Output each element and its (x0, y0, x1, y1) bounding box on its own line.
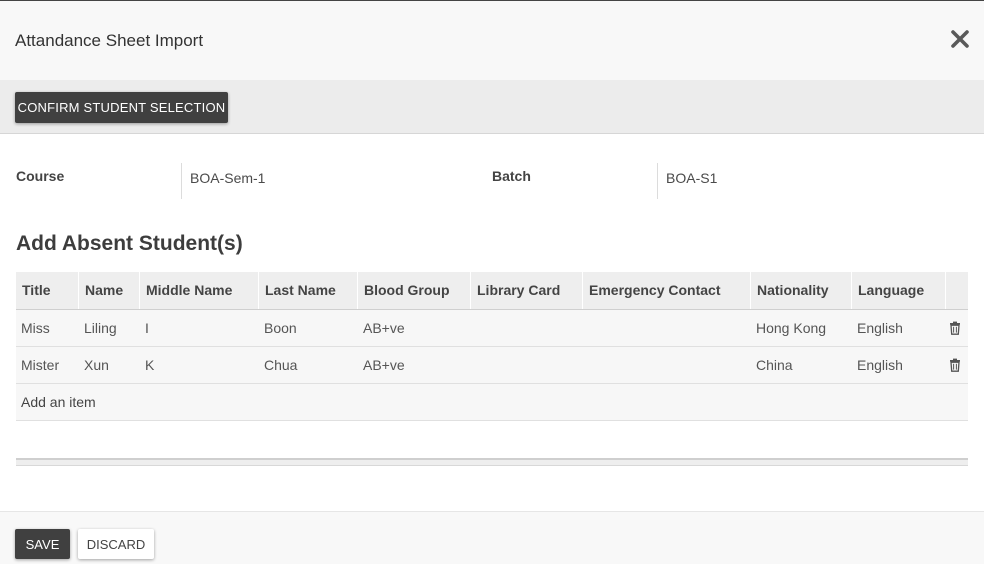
batch-label: Batch (492, 168, 531, 184)
absent-students-table: Title Name Middle Name Last Name Blood G… (16, 272, 968, 421)
course-value: BOA-Sem-1 (190, 170, 266, 186)
cell-emergency-contact[interactable] (583, 347, 588, 383)
batch-value: BOA-S1 (666, 170, 718, 186)
dialog-header: Attandance Sheet Import (0, 0, 984, 80)
cell-last-name[interactable]: Boon (259, 310, 297, 346)
batch-field[interactable]: BOA-S1 (657, 163, 958, 199)
trash-icon[interactable] (948, 358, 962, 372)
table-row[interactable]: Miss Liling I Boon AB+ve Hong Kong Engli… (16, 310, 968, 347)
column-header-blood-group[interactable]: Blood Group (358, 272, 471, 309)
column-header-library-card[interactable]: Library Card (471, 272, 583, 309)
column-header-title[interactable]: Title (16, 272, 79, 309)
cell-emergency-contact[interactable] (583, 310, 588, 346)
cell-nationality[interactable]: China (751, 347, 793, 383)
cell-library-card[interactable] (471, 310, 476, 346)
cell-title[interactable]: Mister (16, 347, 59, 383)
table-row[interactable]: Mister Xun K Chua AB+ve China English (16, 347, 968, 384)
cell-nationality[interactable]: Hong Kong (751, 310, 826, 346)
column-header-last-name[interactable]: Last Name (259, 272, 358, 309)
cell-name[interactable]: Liling (79, 310, 117, 346)
cell-language[interactable]: English (852, 347, 903, 383)
close-button[interactable] (946, 25, 974, 53)
cell-library-card[interactable] (471, 347, 476, 383)
column-header-nationality[interactable]: Nationality (751, 272, 852, 309)
confirm-student-selection-button[interactable]: CONFIRM STUDENT SELECTION (15, 92, 228, 123)
save-button[interactable]: SAVE (15, 529, 70, 559)
table-footer (16, 458, 968, 466)
add-item-row: Add an item (16, 384, 968, 421)
column-header-middle-name[interactable]: Middle Name (140, 272, 259, 309)
cell-name[interactable]: Xun (79, 347, 109, 383)
cell-language[interactable]: English (852, 310, 903, 346)
column-header-name[interactable]: Name (79, 272, 140, 309)
course-label: Course (16, 168, 65, 184)
cell-blood-group[interactable]: AB+ve (358, 310, 405, 346)
cell-middle-name[interactable]: I (140, 310, 149, 346)
cell-blood-group[interactable]: AB+ve (358, 347, 405, 383)
dialog-title: Attandance Sheet Import (15, 31, 204, 50)
discard-button[interactable]: DISCARD (78, 529, 154, 559)
column-header-language[interactable]: Language (852, 272, 946, 309)
course-field[interactable]: BOA-Sem-1 (181, 163, 472, 199)
trash-icon[interactable] (948, 321, 962, 335)
column-header-actions (946, 272, 968, 309)
cell-last-name[interactable]: Chua (259, 347, 297, 383)
close-icon[interactable] (946, 25, 974, 53)
add-item-link[interactable]: Add an item (21, 384, 96, 421)
column-header-emergency-contact[interactable]: Emergency Contact (583, 272, 751, 309)
section-title: Add Absent Student(s) (16, 232, 243, 255)
cell-title[interactable]: Miss (16, 310, 50, 346)
table-header: Title Name Middle Name Last Name Blood G… (16, 272, 968, 310)
cell-middle-name[interactable]: K (140, 347, 154, 383)
